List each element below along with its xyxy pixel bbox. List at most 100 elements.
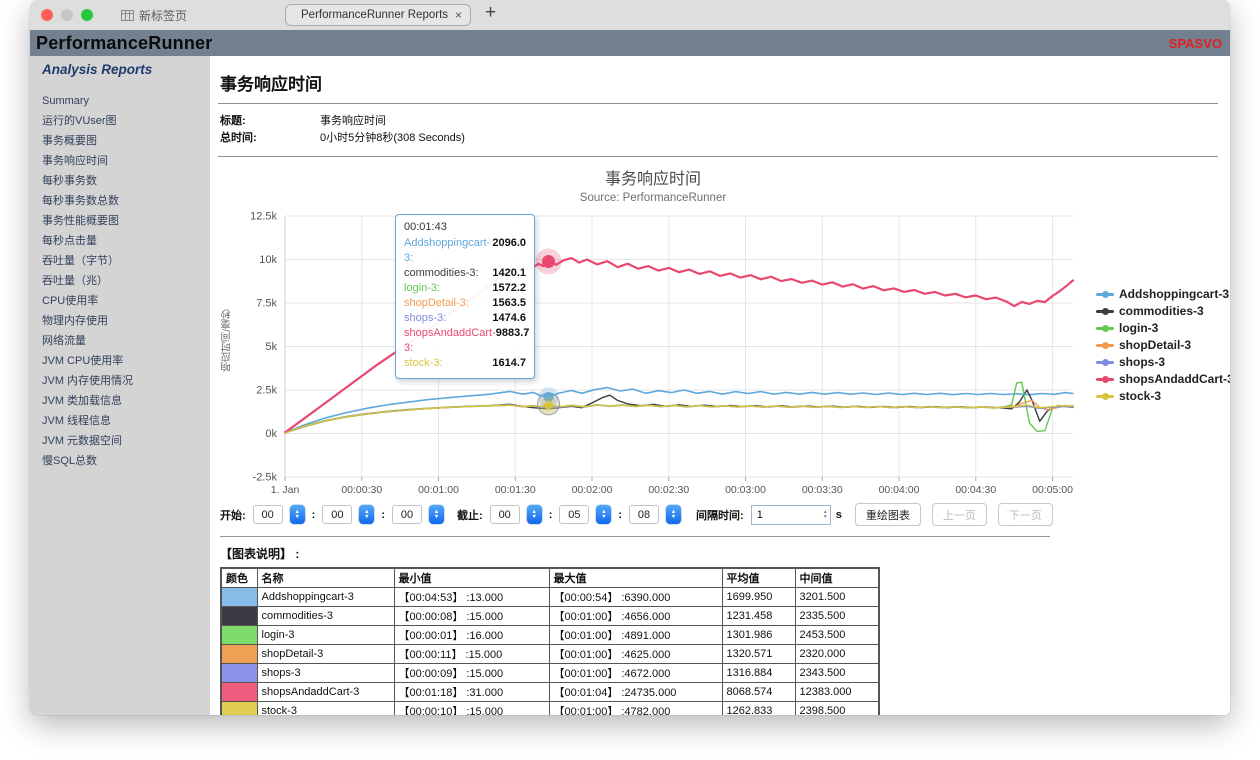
sidebar-item[interactable]: 事务概要图 xyxy=(42,131,210,151)
new-tab-button[interactable]: + xyxy=(485,2,496,24)
sidebar-item[interactable]: 网络流量 xyxy=(42,331,210,351)
sidebar-item[interactable]: JVM 内存使用情况 xyxy=(42,371,210,391)
table-cell: 1699.950 xyxy=(722,588,795,607)
minimize-window-button[interactable] xyxy=(61,9,73,21)
sidebar-item[interactable]: JVM 线程信息 xyxy=(42,411,210,431)
tooltip-row: stock-3:1614.7 xyxy=(404,356,526,371)
start-hour-stepper[interactable]: ▲▼ xyxy=(290,505,305,524)
sidebar-item[interactable]: 事务响应时间 xyxy=(42,151,210,171)
svg-text:00:01:00: 00:01:00 xyxy=(418,484,459,496)
meta-title-label: 标题: xyxy=(220,113,320,130)
table-header-cell: 平均值 xyxy=(722,568,795,588)
interval-input[interactable]: 1 ▲▼ xyxy=(751,505,831,525)
end-minute-stepper[interactable]: ▲▼ xyxy=(596,505,611,524)
new-tab-page-chip[interactable]: 新标签页 xyxy=(121,7,187,24)
redraw-chart-button[interactable]: 重绘图表 xyxy=(855,503,921,526)
sidebar-title: Analysis Reports xyxy=(42,62,210,77)
new-tab-page-label: 新标签页 xyxy=(139,7,187,24)
sidebar-item[interactable]: JVM CPU使用率 xyxy=(42,351,210,371)
legend-item[interactable]: commodities-3 xyxy=(1096,304,1230,318)
main-content: 事务响应时间 标题: 事务响应时间 总时间: 0小时5分钟8秒(308 Seco… xyxy=(210,56,1230,715)
svg-text:00:00:30: 00:00:30 xyxy=(341,484,382,496)
next-page-button[interactable]: 下一页 xyxy=(998,503,1053,526)
legend-label: login-3 xyxy=(1119,321,1158,335)
colon-separator: : xyxy=(312,509,316,521)
legend-label: shops-3 xyxy=(1119,355,1165,369)
sidebar-item[interactable]: 每秒事务数 xyxy=(42,171,210,191)
zoom-window-button[interactable] xyxy=(81,9,93,21)
end-minute-field[interactable]: 05 xyxy=(559,505,589,524)
svg-text:7.5k: 7.5k xyxy=(256,298,277,310)
start-minute-field[interactable]: 00 xyxy=(322,505,352,524)
traffic-lights xyxy=(30,9,93,21)
sidebar-item[interactable]: 物理内存使用 xyxy=(42,311,210,331)
start-label: 开始: xyxy=(220,507,246,523)
colon-separator: : xyxy=(549,509,553,521)
svg-text:12.5k: 12.5k xyxy=(250,211,277,223)
sidebar-item[interactable]: JVM 类加载信息 xyxy=(42,391,210,411)
legend-item[interactable]: shops-3 xyxy=(1096,355,1230,369)
start-second-field[interactable]: 00 xyxy=(392,505,422,524)
close-window-button[interactable] xyxy=(41,9,53,21)
svg-text:2.5k: 2.5k xyxy=(256,385,277,397)
series-marker-icon xyxy=(1096,290,1114,298)
browser-chrome: 新标签页 PerformanceRunner Reports × + xyxy=(30,0,1230,30)
table-cell: shops-3 xyxy=(257,664,394,683)
legend-item[interactable]: shopsAndaddCart-3 xyxy=(1096,372,1230,386)
time-range-controls: 开始: 00 ▲▼ : 00 ▲▼ : 00 ▲▼ 截止: 00 ▲▼ : 05… xyxy=(220,503,1220,526)
start-second-stepper[interactable]: ▲▼ xyxy=(429,505,444,524)
series-marker-icon xyxy=(1096,392,1114,400)
table-cell: 【00:01:04】 :24735.000 xyxy=(549,683,722,702)
divider xyxy=(218,156,1218,157)
legend-item[interactable]: shopDetail-3 xyxy=(1096,338,1230,352)
color-swatch xyxy=(221,664,257,683)
end-label: 截止: xyxy=(457,507,483,523)
sidebar-item[interactable]: 事务性能概要图 xyxy=(42,211,210,231)
series-marker-icon xyxy=(1096,324,1114,332)
table-header-cell: 颜色 xyxy=(221,568,257,588)
sidebar-item[interactable]: Summary xyxy=(42,91,210,111)
legend-item[interactable]: Addshoppingcart-3 xyxy=(1096,287,1230,301)
series-marker-icon xyxy=(1096,341,1114,349)
table-header-cell: 最大值 xyxy=(549,568,722,588)
svg-text:00:04:00: 00:04:00 xyxy=(879,484,920,496)
legend-item[interactable]: stock-3 xyxy=(1096,389,1230,403)
chart-area[interactable]: 事务响应时间 Source: PerformanceRunner 响应时间/毫秒… xyxy=(218,159,1220,499)
end-second-stepper[interactable]: ▲▼ xyxy=(666,505,681,524)
sidebar-item[interactable]: 慢SQL总数 xyxy=(42,451,210,471)
sidebar-item[interactable]: 运行的VUser图 xyxy=(42,111,210,131)
legend-item[interactable]: login-3 xyxy=(1096,321,1230,335)
prev-page-button[interactable]: 上一页 xyxy=(932,503,987,526)
sidebar-nav: Summary运行的VUser图事务概要图事务响应时间每秒事务数每秒事务数总数事… xyxy=(42,91,210,471)
sidebar-item[interactable]: 吞吐量（兆） xyxy=(42,271,210,291)
end-hour-stepper[interactable]: ▲▼ xyxy=(527,505,542,524)
sidebar-item[interactable]: 吞吐量（字节） xyxy=(42,251,210,271)
sidebar-item[interactable]: CPU使用率 xyxy=(42,291,210,311)
table-cell: 【00:00:54】 :6390.000 xyxy=(549,588,722,607)
chart-tooltip: 00:01:43 Addshoppingcart-3:2096.0commodi… xyxy=(395,214,535,379)
end-second-field[interactable]: 08 xyxy=(629,505,659,524)
svg-text:00:03:00: 00:03:00 xyxy=(725,484,766,496)
sidebar-item[interactable]: 每秒事务数总数 xyxy=(42,191,210,211)
sidebar-item[interactable]: JVM 元数据空间 xyxy=(42,431,210,451)
series-marker-icon xyxy=(1096,307,1114,315)
tab-close-icon[interactable]: × xyxy=(455,8,462,22)
end-hour-field[interactable]: 00 xyxy=(490,505,520,524)
table-cell: shopsAndaddCart-3 xyxy=(257,683,394,702)
sidebar-item[interactable]: 每秒点击量 xyxy=(42,231,210,251)
table-cell: 1231.458 xyxy=(722,607,795,626)
table-cell: 【00:04:53】 :13.000 xyxy=(394,588,549,607)
tab-performancerunner-reports[interactable]: PerformanceRunner Reports × xyxy=(285,4,471,26)
legend-label: Addshoppingcart-3 xyxy=(1119,287,1229,301)
table-row: login-3【00:00:01】 :16.000【00:01:00】 :489… xyxy=(221,626,879,645)
svg-text:00:02:30: 00:02:30 xyxy=(648,484,689,496)
svg-text:10k: 10k xyxy=(259,254,277,266)
table-header-cell: 最小值 xyxy=(394,568,549,588)
start-hour-field[interactable]: 00 xyxy=(253,505,283,524)
interval-unit: s xyxy=(836,509,842,521)
line-chart[interactable]: -2.5k0k2.5k5k7.5k10k12.5k1. Jan00:00:300… xyxy=(228,204,1078,500)
color-swatch xyxy=(221,607,257,626)
interval-stepper[interactable]: ▲▼ xyxy=(823,510,828,519)
start-minute-stepper[interactable]: ▲▼ xyxy=(359,505,374,524)
table-cell: 【00:01:00】 :4672.000 xyxy=(549,664,722,683)
